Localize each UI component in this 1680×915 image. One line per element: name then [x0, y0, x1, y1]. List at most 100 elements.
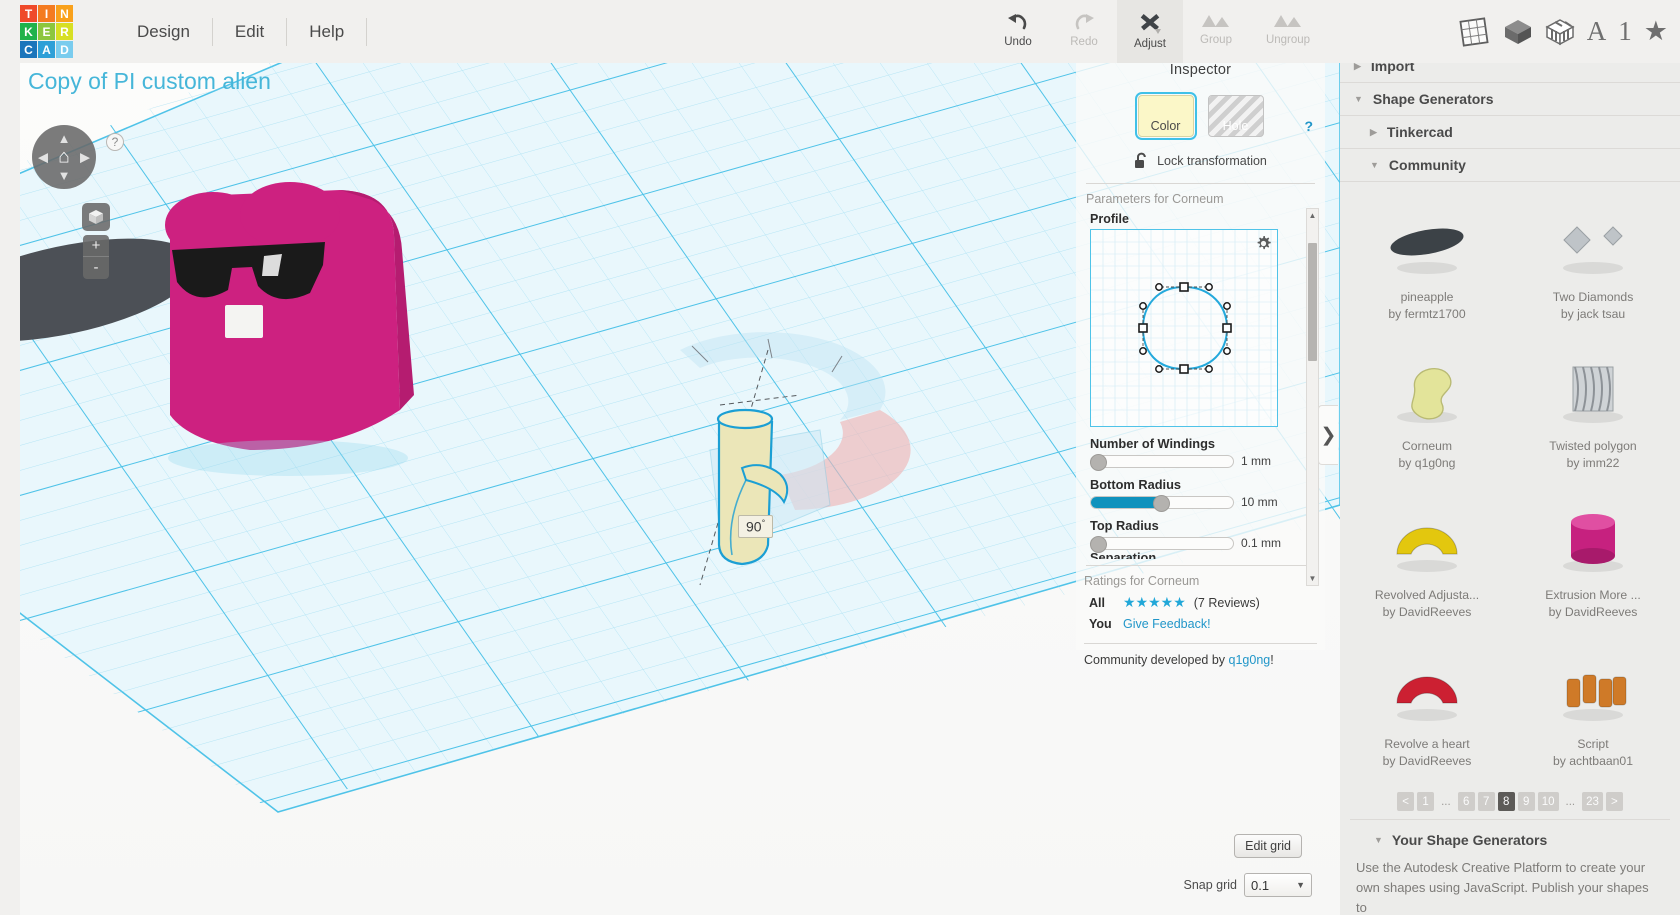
text-view-icon[interactable]: A	[1587, 16, 1607, 47]
inspector-help-icon[interactable]: ?	[1304, 118, 1313, 134]
slider-top-radius-knob[interactable]	[1090, 535, 1107, 553]
collapse-panel-button[interactable]: ❯	[1318, 405, 1338, 465]
logo-tile-n: N	[56, 5, 73, 22]
pagination-button[interactable]: <	[1397, 792, 1415, 811]
pagination-button[interactable]: 9	[1517, 792, 1535, 811]
generator-thumb-glyph	[1397, 368, 1457, 423]
generator-item[interactable]: Revolve a heart by DavidReeves	[1344, 637, 1510, 786]
generator-item[interactable]: Script by achtbaan01	[1510, 637, 1676, 786]
edit-grid-button[interactable]: Edit grid	[1234, 834, 1302, 858]
give-feedback-link[interactable]: Give Feedback!	[1123, 617, 1211, 631]
zoom-controls[interactable]: + -	[83, 235, 109, 279]
nav-disc[interactable]: ▲ ▼ ◀ ▶ ⌂	[32, 125, 96, 189]
redo-button[interactable]: Redo	[1051, 0, 1117, 63]
generator-item[interactable]: Revolved Adjusta... by DavidReeves	[1344, 488, 1510, 637]
ungroup-button[interactable]: Ungroup	[1249, 0, 1327, 63]
pagination-button[interactable]: >	[1605, 792, 1623, 811]
profile-canvas[interactable]	[1091, 230, 1277, 426]
hole-swatch-button[interactable]: Hole	[1207, 95, 1264, 137]
generator-author: by jack tsau	[1560, 307, 1626, 321]
wireframe-view-icon[interactable]	[1545, 17, 1575, 47]
pagination-button[interactable]: 6	[1457, 792, 1475, 811]
generator-thumb-glyph	[1396, 527, 1458, 572]
your-shape-generators-header[interactable]: ▼ Your Shape Generators	[1340, 820, 1680, 858]
toolbar: Undo Redo Adjust Group Ungroup	[985, 0, 1327, 63]
pagination-button[interactable]: ...	[1437, 792, 1455, 811]
layer-count-icon[interactable]: 1	[1618, 16, 1632, 47]
community-credit: Community developed by q1g0ng!	[1076, 644, 1325, 667]
snap-grid-select[interactable]: 0.1 ▼	[1244, 873, 1312, 897]
slider-top-radius-label: Top Radius	[1090, 518, 1159, 533]
pagination-button[interactable]: 8	[1497, 792, 1515, 811]
generator-thumb-glyph	[1563, 366, 1623, 423]
view-navigation-widget[interactable]: ▲ ▼ ◀ ▶ ⌂ ? + -	[32, 125, 124, 279]
nav-down-icon[interactable]: ▼	[58, 169, 71, 182]
star-rating-icon[interactable]: ★★★★★	[1123, 594, 1186, 611]
solid-view-icon[interactable]	[1503, 17, 1533, 47]
solid-cube-glyph	[1504, 19, 1531, 44]
rotation-angle-badge[interactable]: 90°	[738, 515, 774, 538]
parameters-scrollbar[interactable]: ▲ ▼	[1306, 208, 1319, 586]
pagination-button[interactable]: 10	[1537, 792, 1559, 811]
generator-thumbnail	[1539, 643, 1647, 735]
profile-settings-gear-icon[interactable]	[1255, 235, 1272, 257]
menu-edit[interactable]: Edit	[213, 17, 288, 46]
slider-top-radius-track[interactable]	[1090, 535, 1234, 553]
sidebar-item-community[interactable]: ▼ Community	[1340, 149, 1680, 182]
logo-tile-c: C	[20, 41, 37, 58]
adjust-button[interactable]: Adjust	[1117, 0, 1183, 63]
lock-transformation-label: Lock transformation	[1157, 154, 1267, 168]
scroll-down-icon[interactable]: ▼	[1307, 574, 1318, 583]
zoom-in-button[interactable]: +	[83, 235, 109, 257]
sidebar-item-community-label: Community	[1388, 157, 1466, 173]
nav-home-icon[interactable]: ⌂	[58, 148, 69, 167]
favorite-star-icon[interactable]: ★	[1644, 16, 1668, 47]
generator-item[interactable]: Two Diamonds by jack tsau	[1510, 190, 1676, 339]
generator-item[interactable]: pineapple by fermtz1700	[1344, 190, 1510, 339]
slider-top-radius-row[interactable]: 0.1 mm	[1090, 535, 1325, 553]
generator-thumb-glyph	[1563, 514, 1623, 572]
pagination-button[interactable]: 23	[1582, 792, 1603, 811]
slider-windings-knob[interactable]	[1090, 453, 1107, 471]
pagination-button[interactable]: 7	[1477, 792, 1495, 811]
slider-bottom-radius-row[interactable]: 10 mm	[1090, 494, 1325, 512]
generator-item[interactable]: Extrusion More ... by DavidReeves	[1510, 488, 1676, 637]
lock-transformation-row[interactable]: Lock transformation	[1076, 152, 1325, 170]
fit-view-cube-icon[interactable]	[82, 203, 110, 231]
logo-tile-i: I	[38, 5, 55, 22]
logo-tile-a: A	[38, 41, 55, 58]
scroll-up-icon[interactable]: ▲	[1307, 211, 1318, 220]
community-author-link[interactable]: q1g0ng	[1229, 653, 1271, 667]
generator-item[interactable]: Twisted polygon by imm22	[1510, 339, 1676, 488]
adjust-icon	[1140, 14, 1161, 34]
tinkercad-logo[interactable]: TIN KER CAD	[20, 5, 91, 58]
slider-bottom-radius-knob[interactable]	[1153, 494, 1170, 512]
shape-sidebar: ▶ Import ▼ Shape Generators ▶ Tinkercad …	[1340, 50, 1680, 915]
help-icon[interactable]: ?	[106, 133, 124, 151]
scrollbar-thumb[interactable]	[1308, 243, 1317, 361]
generator-item[interactable]: Corneum by q1g0ng	[1344, 339, 1510, 488]
pagination-button[interactable]: ...	[1562, 792, 1580, 811]
sidebar-item-tinkercad[interactable]: ▶ Tinkercad	[1340, 116, 1680, 149]
nav-right-icon[interactable]: ▶	[80, 151, 90, 164]
generator-author: by DavidReeves	[1382, 605, 1472, 619]
sidebar-item-shape-generators[interactable]: ▼ Shape Generators	[1340, 83, 1680, 116]
group-button[interactable]: Group	[1183, 0, 1249, 63]
slider-windings-track[interactable]	[1090, 453, 1234, 471]
nav-up-icon[interactable]: ▲	[58, 132, 71, 145]
slider-bottom-radius-track[interactable]	[1090, 494, 1234, 512]
nav-left-icon[interactable]: ◀	[38, 151, 48, 164]
grid-view-icon[interactable]	[1457, 16, 1491, 47]
slider-bottom-radius-label: Bottom Radius	[1090, 477, 1181, 492]
profile-label: Profile	[1090, 212, 1129, 226]
snap-grid-control[interactable]: Snap grid 0.1 ▼	[1183, 873, 1312, 897]
undo-button[interactable]: Undo	[985, 0, 1051, 63]
zoom-out-button[interactable]: -	[83, 257, 109, 279]
menu-help[interactable]: Help	[287, 17, 368, 46]
slider-windings-row[interactable]: 1 mm	[1090, 453, 1325, 471]
profile-editor[interactable]	[1090, 229, 1278, 427]
pagination-button[interactable]: 1	[1417, 792, 1435, 811]
menu-design[interactable]: Design	[115, 17, 213, 46]
angle-unit: °	[761, 518, 766, 528]
color-swatch-button[interactable]: Color	[1134, 92, 1197, 140]
